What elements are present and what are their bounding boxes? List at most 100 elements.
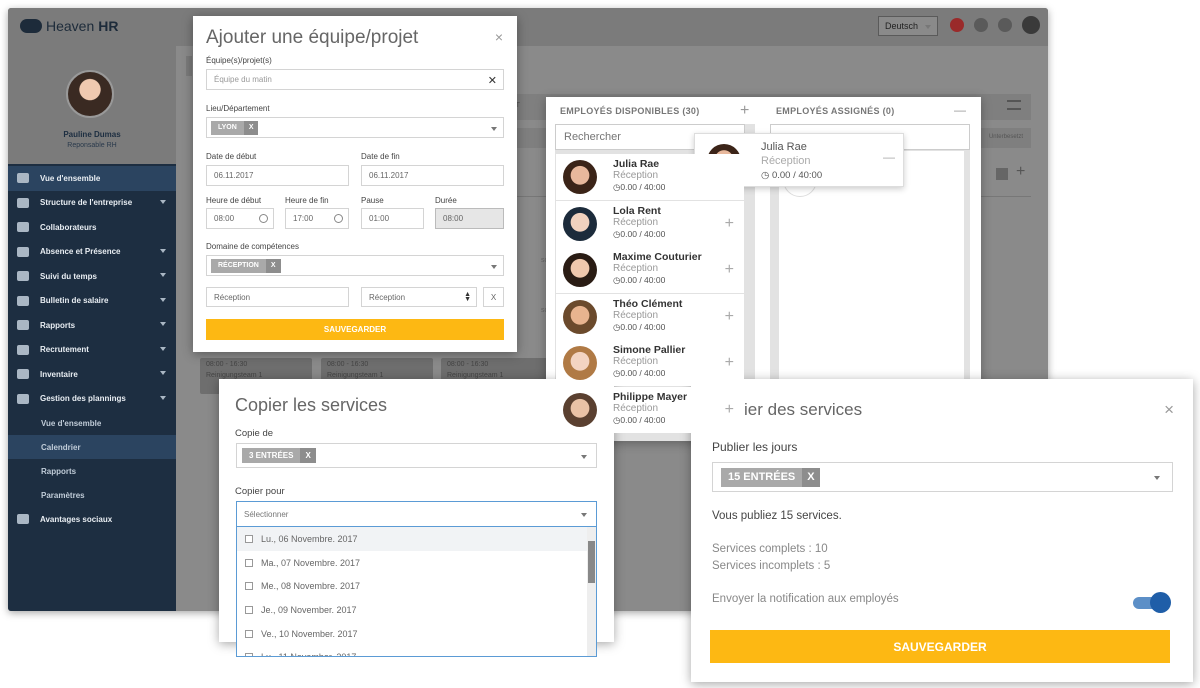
understaffed-label: Unterbesetzt: [988, 134, 1023, 140]
date-option[interactable]: Je., 09 November. 2017: [237, 598, 596, 622]
employee-list-item[interactable]: Simone Pallier Réception ◷0.00 / 40:00 +: [556, 340, 744, 386]
team-label: Équipe(s)/projet(s): [206, 56, 272, 65]
date-option[interactable]: Me., 08 Novembre. 2017: [237, 574, 596, 598]
scrollbar-thumb[interactable]: [588, 541, 595, 583]
checkbox[interactable]: [245, 558, 253, 567]
sidebar-item[interactable]: Suivi du temps: [8, 264, 176, 289]
sidebar-item[interactable]: Inventaire: [8, 362, 176, 387]
sidebar-item[interactable]: Rapports: [8, 459, 176, 483]
add-employee-icon[interactable]: +: [725, 261, 734, 279]
brand-hr: HR: [98, 18, 119, 34]
profile-avatar[interactable]: [66, 70, 114, 118]
start-date-input[interactable]: 06.11.2017: [206, 165, 349, 186]
filter-icon[interactable]: [1007, 100, 1021, 110]
profile-role: Reponsable RH: [67, 142, 117, 149]
gear-icon[interactable]: [998, 18, 1012, 32]
save-team-button[interactable]: SAUVEGARDER: [206, 319, 504, 340]
cloud-logo-icon: [20, 19, 42, 33]
checkbox[interactable]: [245, 629, 253, 638]
remove-all-icon[interactable]: —: [954, 103, 966, 117]
sidebar-item[interactable]: Vue d'ensemble: [8, 411, 176, 435]
publish-days-select[interactable]: 15 ENTRÉES X: [712, 462, 1173, 492]
employee-role: Réception: [613, 216, 659, 228]
employee-name: Maxime Couturier: [613, 251, 702, 263]
tag-remove-icon[interactable]: X: [300, 448, 316, 463]
sidebar-item[interactable]: Structure de l'entreprise: [8, 191, 176, 216]
skill-level-stepper[interactable]: Réception ▲ ▼: [361, 287, 477, 307]
employee-list-item[interactable]: Julia Rae Réception ◷0.00 / 40:00: [556, 154, 744, 200]
sidebar-item[interactable]: Gestion des plannings: [8, 387, 176, 412]
tag-remove-icon[interactable]: X: [243, 120, 259, 135]
pause-input[interactable]: 01:00: [361, 208, 424, 229]
employee-avatar: [563, 160, 597, 194]
checkbox[interactable]: [245, 605, 253, 614]
sidebar-item[interactable]: Calendrier: [8, 435, 176, 459]
date-option[interactable]: Ma., 07 Novembre. 2017: [237, 551, 596, 575]
sidebar-item-label: Avantages sociaux: [40, 514, 113, 524]
employee-list-item[interactable]: Maxime Couturier Réception ◷0.00 / 40:00 +: [556, 247, 744, 293]
sidebar-item[interactable]: Recrutement: [8, 338, 176, 363]
employee-name: Théo Clément: [613, 297, 683, 310]
sidebar-item[interactable]: Collaborateurs: [8, 215, 176, 240]
tag-text: RÉCEPTION: [218, 262, 259, 269]
close-icon[interactable]: ×: [1164, 400, 1174, 420]
add-employee-icon[interactable]: +: [725, 215, 734, 233]
copy-to-select[interactable]: Sélectionner: [236, 501, 597, 527]
add-employee-icon[interactable]: +: [725, 401, 734, 419]
help-icon[interactable]: [974, 18, 988, 32]
date-option[interactable]: Ve., 10 November. 2017: [237, 622, 596, 646]
employee-list-item[interactable]: Philippe Mayer Réception ◷0.00 / 40:00 +: [556, 386, 744, 433]
checkbox[interactable]: [245, 653, 253, 656]
scrollbar[interactable]: [587, 527, 596, 656]
employee-list-item[interactable]: Lola Rent Réception ◷0.00 / 40:00 +: [556, 200, 744, 247]
date-option[interactable]: Lu., 06 Novembre. 2017: [237, 527, 596, 551]
skills-select[interactable]: RÉCEPTION X: [206, 255, 504, 276]
toggle-knob: [1150, 592, 1171, 613]
team-input[interactable]: Équipe du matin ✕: [206, 69, 504, 90]
stepper-icon[interactable]: ▲ ▼: [464, 291, 471, 303]
app-logo[interactable]: Heaven HR: [20, 18, 119, 34]
add-employee-icon[interactable]: +: [725, 308, 734, 326]
remove-employee-icon[interactable]: —: [883, 150, 895, 164]
skill-name-input[interactable]: Réception: [206, 287, 349, 307]
sidebar-item-label: Rapports: [41, 466, 77, 476]
sidebar-item[interactable]: Absence et Présence: [8, 240, 176, 265]
modal-title: Copier les services: [235, 395, 388, 415]
add-all-icon[interactable]: +: [740, 102, 749, 120]
close-icon[interactable]: ×: [495, 29, 503, 45]
employee-name: Julia Rae: [613, 158, 660, 170]
language-select[interactable]: Deutsch: [878, 16, 938, 36]
end-date-input[interactable]: 06.11.2017: [361, 165, 504, 186]
copy-icon[interactable]: [996, 168, 1008, 180]
date-option[interactable]: Lu., 11 November. 2017: [237, 645, 596, 656]
employee-hours-value: 0.00 / 40:00: [620, 414, 666, 425]
sidebar-item[interactable]: Avantages sociaux: [8, 507, 176, 532]
sidebar-item[interactable]: Rapports: [8, 313, 176, 338]
employee-list-item[interactable]: Théo Clément Réception ◷0.00 / 40:00 +: [556, 293, 744, 340]
heart-icon[interactable]: [950, 18, 964, 32]
remove-skill-button[interactable]: X: [483, 287, 504, 307]
tag-remove-icon[interactable]: X: [802, 467, 820, 487]
sidebar-item[interactable]: Bulletin de salaire: [8, 289, 176, 314]
add-employee-icon[interactable]: +: [725, 354, 734, 372]
checkbox[interactable]: [245, 582, 253, 591]
end-time-input[interactable]: 17:00: [285, 208, 349, 229]
tag-remove-icon[interactable]: X: [265, 258, 281, 273]
available-employees-title: EMPLOYÉS DISPONIBLES (30): [560, 106, 700, 116]
sidebar-item-label: Bulletin de salaire: [40, 296, 109, 306]
location-select[interactable]: LYON X: [206, 117, 504, 138]
employee-name: Julia Rae: [761, 141, 807, 153]
sidebar-item[interactable]: Paramètres: [8, 483, 176, 507]
user-avatar[interactable]: [1022, 16, 1040, 34]
notify-toggle[interactable]: [1133, 592, 1171, 613]
skill-name-value: Réception: [214, 292, 251, 302]
start-time-input[interactable]: 08:00: [206, 208, 274, 229]
publish-save-button[interactable]: SAUVEGARDER: [710, 630, 1170, 663]
sidebar-nav: Vue d'ensemble Structure de l'entreprise C…: [8, 166, 176, 532]
sidebar-item[interactable]: Vue d'ensemble: [8, 166, 176, 191]
clear-icon[interactable]: ✕: [488, 74, 497, 87]
copy-from-select[interactable]: 3 ENTRÉES X: [236, 443, 597, 468]
employee-name: Simone Pallier: [613, 344, 686, 356]
checkbox[interactable]: [245, 534, 253, 543]
add-icon[interactable]: +: [1016, 163, 1025, 181]
